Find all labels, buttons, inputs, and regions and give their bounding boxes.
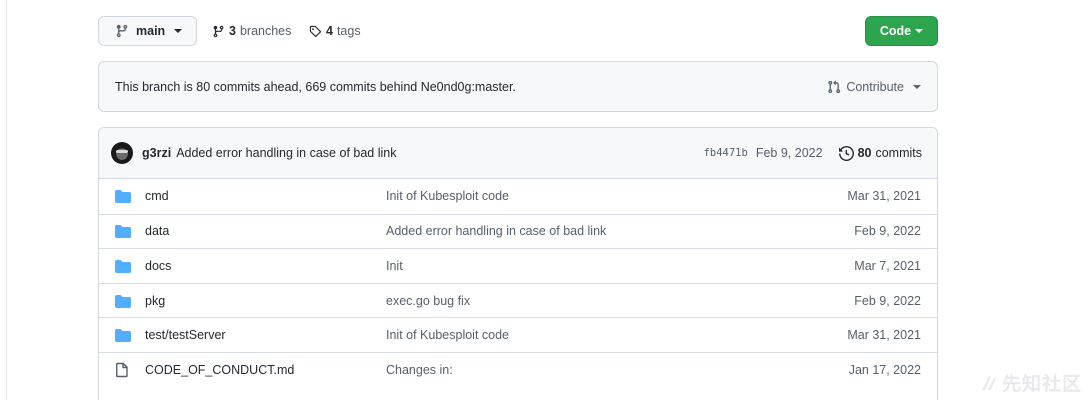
file-commit-date: Mar 31, 2021	[847, 189, 921, 204]
branches-label: branches	[239, 24, 292, 38]
file-browser: g3rzi Added error handling in case of ba…	[98, 127, 938, 400]
file-name[interactable]: pkg	[145, 294, 386, 308]
chevron-down-icon	[174, 29, 183, 33]
file-row[interactable]: cmd Init of Kubesploit code Mar 31, 2021	[99, 179, 937, 214]
file-icon	[115, 362, 131, 378]
branch-select-button[interactable]: main	[98, 16, 197, 46]
commit-date: Feb 9, 2022	[755, 146, 823, 160]
file-commit-date: Mar 7, 2021	[854, 258, 921, 273]
file-row[interactable]: CODE_OF_CONDUCT.md Changes in: Jan 17, 202…	[99, 351, 937, 387]
file-commit-date: Feb 9, 2022	[854, 293, 921, 308]
avatar[interactable]	[111, 142, 133, 164]
file-commit-message[interactable]: Added error handling in case of bad link	[386, 224, 854, 238]
folder-icon	[115, 328, 131, 343]
branch-compare-text: This branch is 80 commits ahead, 669 com…	[115, 79, 516, 94]
file-commit-message[interactable]: Init	[386, 259, 854, 273]
branches-count: 3	[229, 24, 236, 38]
tags-label: tags	[336, 24, 361, 38]
file-commit-message[interactable]: Changes in:	[386, 363, 849, 377]
git-branch-icon	[213, 25, 224, 37]
file-commit-date: Feb 9, 2022	[854, 224, 921, 239]
git-branch-icon	[116, 24, 128, 38]
commit-details: fb4471b Feb 9, 2022 80 commits	[704, 145, 922, 161]
file-name[interactable]: test/testServer	[145, 328, 386, 342]
file-list: cmd Init of Kubesploit code Mar 31, 2021 da…	[99, 179, 937, 387]
file-name[interactable]: data	[145, 224, 386, 238]
folder-icon	[115, 189, 131, 204]
tags-link[interactable]: 4 tags	[309, 16, 361, 46]
file-commit-date: Jan 17, 2022	[848, 362, 921, 377]
file-commit-message[interactable]: Init of Kubesploit code	[386, 189, 847, 203]
branches-link[interactable]: 3 branches	[212, 16, 291, 46]
branch-compare-banner: This branch is 80 commits ahead, 669 com…	[98, 61, 938, 112]
file-commit-date: Mar 31, 2021	[847, 328, 921, 343]
tags-count: 4	[326, 24, 333, 38]
folder-icon	[115, 224, 131, 239]
commit-message[interactable]: Added error handling in case of bad link	[176, 146, 396, 160]
file-name[interactable]: docs	[145, 259, 386, 273]
file-name[interactable]: CODE_OF_CONDUCT.md	[145, 363, 386, 377]
tag-icon	[309, 25, 322, 37]
chevron-down-icon	[915, 29, 924, 33]
file-commit-message[interactable]: exec.go bug fix	[386, 294, 854, 308]
file-commit-message[interactable]: Init of Kubesploit code	[386, 328, 847, 342]
commit-sha[interactable]: fb4471b	[704, 147, 748, 159]
left-border	[6, 0, 7, 400]
commit-author[interactable]: g3rzi	[142, 146, 171, 160]
pull-request-icon	[828, 80, 841, 93]
watermark-text: 先知社区	[1001, 374, 1082, 395]
file-row[interactable]: pkg exec.go bug fix Feb 9, 2022	[99, 282, 937, 318]
folder-icon	[115, 259, 131, 273]
latest-commit-bar: g3rzi Added error handling in case of ba…	[99, 128, 937, 179]
commits-history-link[interactable]: 80 commits	[838, 145, 922, 161]
watermark: 先知社区	[980, 369, 1082, 396]
code-button[interactable]: Code	[865, 16, 938, 46]
watermark-logo-icon	[981, 375, 996, 390]
file-row[interactable]: docs Init Mar 7, 2021	[99, 248, 937, 283]
commits-label: commits	[875, 146, 922, 160]
file-row[interactable]: test/testServer Init of Kubesploit code Ma…	[99, 317, 937, 352]
contribute-button[interactable]: Contribute	[827, 80, 921, 94]
folder-icon	[115, 294, 131, 308]
contribute-label: Contribute	[846, 79, 904, 94]
chevron-down-icon	[913, 84, 921, 89]
repo-toolbar: main 3 branches 4 tags Code	[98, 16, 938, 46]
branch-name: main	[136, 24, 166, 38]
commits-count: 80	[857, 146, 872, 160]
history-icon	[838, 145, 854, 161]
code-button-label: Code	[879, 24, 912, 38]
file-name[interactable]: cmd	[145, 189, 386, 203]
file-row[interactable]: data Added error handling in case of bad …	[99, 213, 937, 249]
